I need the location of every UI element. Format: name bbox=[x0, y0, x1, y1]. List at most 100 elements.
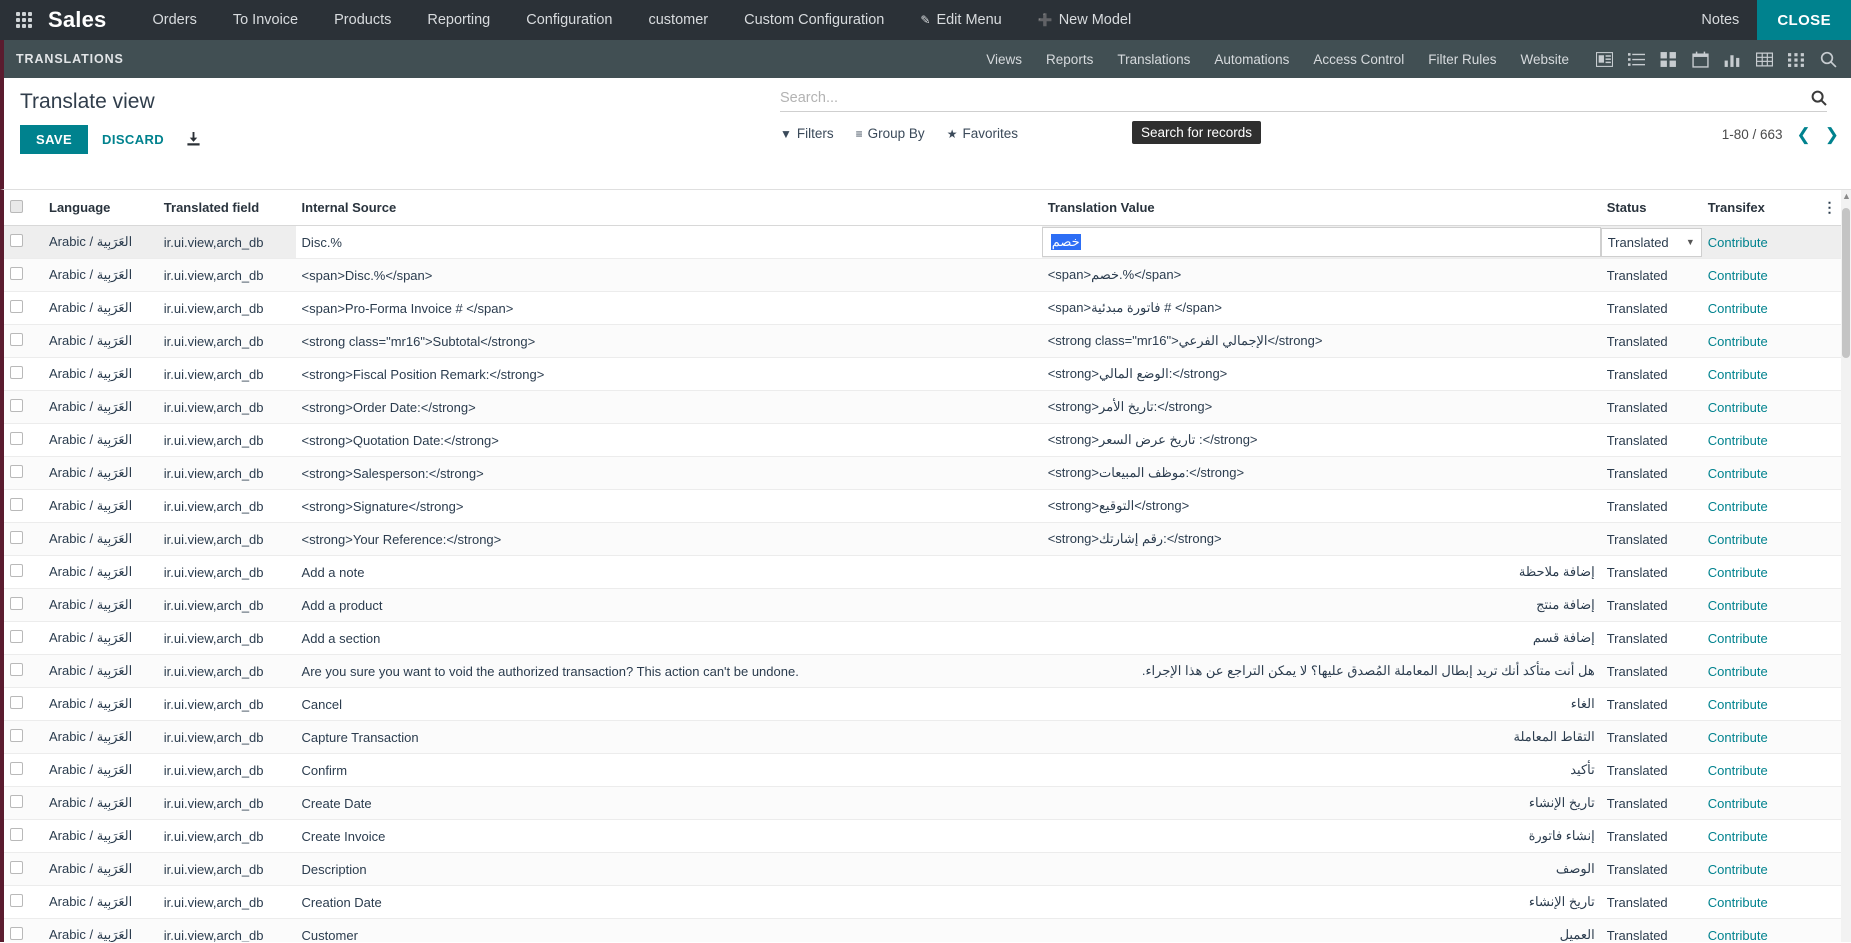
table-row[interactable]: Arabic / العَرَبِيةir.ui.view,arch_db<st… bbox=[4, 325, 1851, 358]
search-input[interactable] bbox=[780, 90, 1811, 106]
table-row[interactable]: Arabic / العَرَبِيةir.ui.view,arch_db<st… bbox=[4, 424, 1851, 457]
contribute-link[interactable]: Contribute bbox=[1708, 697, 1768, 712]
menu-item-configuration[interactable]: Configuration bbox=[508, 0, 630, 40]
column-header-status[interactable]: Status bbox=[1601, 190, 1702, 226]
table-row[interactable]: Arabic / العَرَبِيةir.ui.view,arch_dbCre… bbox=[4, 787, 1851, 820]
cell-translation-value[interactable]: إضافة منتج bbox=[1042, 589, 1601, 622]
cell-transifex[interactable]: Contribute bbox=[1702, 886, 1817, 919]
cell-transifex[interactable]: Contribute bbox=[1702, 325, 1817, 358]
search-icon[interactable] bbox=[1811, 90, 1827, 106]
download-icon[interactable] bbox=[186, 132, 201, 147]
cell-translation-value[interactable]: <strong>تاريخ عرض السعر :</strong> bbox=[1042, 424, 1601, 457]
cell-translation-value[interactable]: <span>فاتورة مبدئية # </span> bbox=[1042, 292, 1601, 325]
row-checkbox[interactable] bbox=[10, 564, 23, 577]
row-checkbox[interactable] bbox=[10, 399, 23, 412]
new-model-button[interactable]: ➕ New Model bbox=[1020, 0, 1149, 40]
cell-status-editor[interactable]: Translated ▼ bbox=[1601, 226, 1702, 259]
row-checkbox[interactable] bbox=[10, 894, 23, 907]
table-row[interactable]: Arabic / العَرَبِيةir.ui.view,arch_dbDes… bbox=[4, 853, 1851, 886]
row-checkbox[interactable] bbox=[10, 432, 23, 445]
contribute-link[interactable]: Contribute bbox=[1708, 499, 1768, 514]
select-all-checkbox[interactable] bbox=[10, 200, 23, 213]
row-checkbox[interactable] bbox=[10, 366, 23, 379]
pivot-view-icon[interactable] bbox=[1755, 50, 1773, 68]
row-checkbox[interactable] bbox=[10, 630, 23, 643]
save-button[interactable]: SAVE bbox=[20, 125, 88, 154]
table-row[interactable]: Arabic / العَرَبِيةir.ui.view,arch_dbAre… bbox=[4, 655, 1851, 688]
kanban-view-icon[interactable] bbox=[1659, 50, 1677, 68]
contribute-link[interactable]: Contribute bbox=[1708, 334, 1768, 349]
vertical-dots-icon[interactable]: ⋮ bbox=[1823, 199, 1837, 215]
contribute-link[interactable]: Contribute bbox=[1708, 763, 1768, 778]
cell-translation-value[interactable]: تاريخ الإنشاء bbox=[1042, 787, 1601, 820]
row-checkbox[interactable] bbox=[10, 234, 23, 247]
cell-transifex[interactable]: Contribute bbox=[1702, 292, 1817, 325]
cell-transifex[interactable]: Contribute bbox=[1702, 457, 1817, 490]
table-row[interactable]: Arabic / العَرَبِيةir.ui.view,arch_db<sp… bbox=[4, 292, 1851, 325]
cell-transifex[interactable]: Contribute bbox=[1702, 688, 1817, 721]
table-row[interactable]: Arabic / العَرَبِيةir.ui.view,arch_dbAdd… bbox=[4, 589, 1851, 622]
search-view-icon[interactable] bbox=[1819, 50, 1837, 68]
column-header-transifex[interactable]: Transifex bbox=[1702, 190, 1817, 226]
cell-transifex[interactable]: Contribute bbox=[1702, 556, 1817, 589]
scrollbar-thumb[interactable] bbox=[1842, 208, 1850, 358]
cell-translation-value[interactable]: إنشاء فاتورة bbox=[1042, 820, 1601, 853]
column-header-translated-field[interactable]: Translated field bbox=[158, 190, 296, 226]
graph-view-icon[interactable] bbox=[1723, 50, 1741, 68]
table-row[interactable]: Arabic / العَرَبِيةir.ui.view,arch_dbCan… bbox=[4, 688, 1851, 721]
table-row[interactable]: Arabic / العَرَبِيةir.ui.view,arch_db<st… bbox=[4, 358, 1851, 391]
cell-translation-value-editor[interactable]: خصم bbox=[1042, 226, 1601, 259]
menu-item-reporting[interactable]: Reporting bbox=[409, 0, 508, 40]
discard-button[interactable]: DISCARD bbox=[88, 125, 178, 154]
cell-translation-value[interactable]: العميل bbox=[1042, 919, 1601, 943]
grid-view-icon[interactable] bbox=[1787, 50, 1805, 68]
table-row[interactable]: Arabic / العَرَبِيةir.ui.view,arch_dbCap… bbox=[4, 721, 1851, 754]
contribute-link[interactable]: Contribute bbox=[1708, 631, 1768, 646]
cell-transifex[interactable]: Contribute bbox=[1702, 820, 1817, 853]
row-checkbox[interactable] bbox=[10, 531, 23, 544]
contribute-link[interactable]: Contribute bbox=[1708, 796, 1768, 811]
table-row[interactable]: Arabic / العَرَبِيةir.ui.view,arch_dbCre… bbox=[4, 820, 1851, 853]
tab-translations[interactable]: Translations bbox=[1105, 52, 1202, 67]
row-checkbox[interactable] bbox=[10, 333, 23, 346]
cell-translation-value[interactable]: إضافة قسم bbox=[1042, 622, 1601, 655]
favorites-button[interactable]: ★ Favorites bbox=[947, 126, 1018, 141]
row-checkbox[interactable] bbox=[10, 729, 23, 742]
table-row[interactable]: Arabic / العَرَبِيةir.ui.view,arch_db<st… bbox=[4, 490, 1851, 523]
cell-translation-value[interactable]: <strong>تاريخ الأمر:</strong> bbox=[1042, 391, 1601, 424]
table-row[interactable]: Arabic / العَرَبِيةir.ui.view,arch_dbCon… bbox=[4, 754, 1851, 787]
contribute-link[interactable]: Contribute bbox=[1708, 400, 1768, 415]
menu-item-orders[interactable]: Orders bbox=[135, 0, 215, 40]
group-by-button[interactable]: ≡ Group By bbox=[856, 126, 925, 141]
cell-translation-value[interactable]: تأكيد bbox=[1042, 754, 1601, 787]
menu-item-custom-configuration[interactable]: Custom Configuration bbox=[726, 0, 902, 40]
menu-item-products[interactable]: Products bbox=[316, 0, 409, 40]
cell-translation-value[interactable]: <strong>موظف المبيعات:</strong> bbox=[1042, 457, 1601, 490]
translation-value-input[interactable]: خصم bbox=[1042, 227, 1601, 257]
cell-transifex[interactable]: Contribute bbox=[1702, 226, 1817, 259]
table-row[interactable]: Arabic / العَرَبِيةir.ui.view,arch_db<st… bbox=[4, 391, 1851, 424]
cell-translation-value[interactable]: <strong>التوقيع</strong> bbox=[1042, 490, 1601, 523]
row-checkbox[interactable] bbox=[10, 267, 23, 280]
filters-button[interactable]: ▼ Filters bbox=[780, 126, 834, 141]
cell-translation-value[interactable]: التقاط المعاملة bbox=[1042, 721, 1601, 754]
calendar-view-icon[interactable] bbox=[1691, 50, 1709, 68]
contribute-link[interactable]: Contribute bbox=[1708, 268, 1768, 283]
menu-item-customer[interactable]: customer bbox=[630, 0, 726, 40]
row-checkbox[interactable] bbox=[10, 762, 23, 775]
table-row[interactable]: Arabic / العَرَبِيةir.ui.view,arch_db<st… bbox=[4, 457, 1851, 490]
contribute-link[interactable]: Contribute bbox=[1708, 829, 1768, 844]
row-checkbox[interactable] bbox=[10, 498, 23, 511]
cell-translation-value[interactable]: <span>خصم.%</span> bbox=[1042, 259, 1601, 292]
status-select[interactable]: Translated ▼ bbox=[1601, 228, 1702, 257]
apps-menu-toggle[interactable] bbox=[0, 0, 48, 40]
contribute-link[interactable]: Contribute bbox=[1708, 862, 1768, 877]
table-row-editing[interactable]: Arabic / العَرَبِية ir.ui.view,arch_db D… bbox=[4, 226, 1851, 259]
contribute-link[interactable]: Contribute bbox=[1708, 565, 1768, 580]
cell-transifex[interactable]: Contribute bbox=[1702, 589, 1817, 622]
contribute-link[interactable]: Contribute bbox=[1708, 532, 1768, 547]
row-checkbox[interactable] bbox=[10, 300, 23, 313]
contribute-link[interactable]: Contribute bbox=[1708, 433, 1768, 448]
close-button[interactable]: CLOSE bbox=[1757, 0, 1851, 40]
contribute-link[interactable]: Contribute bbox=[1708, 301, 1768, 316]
